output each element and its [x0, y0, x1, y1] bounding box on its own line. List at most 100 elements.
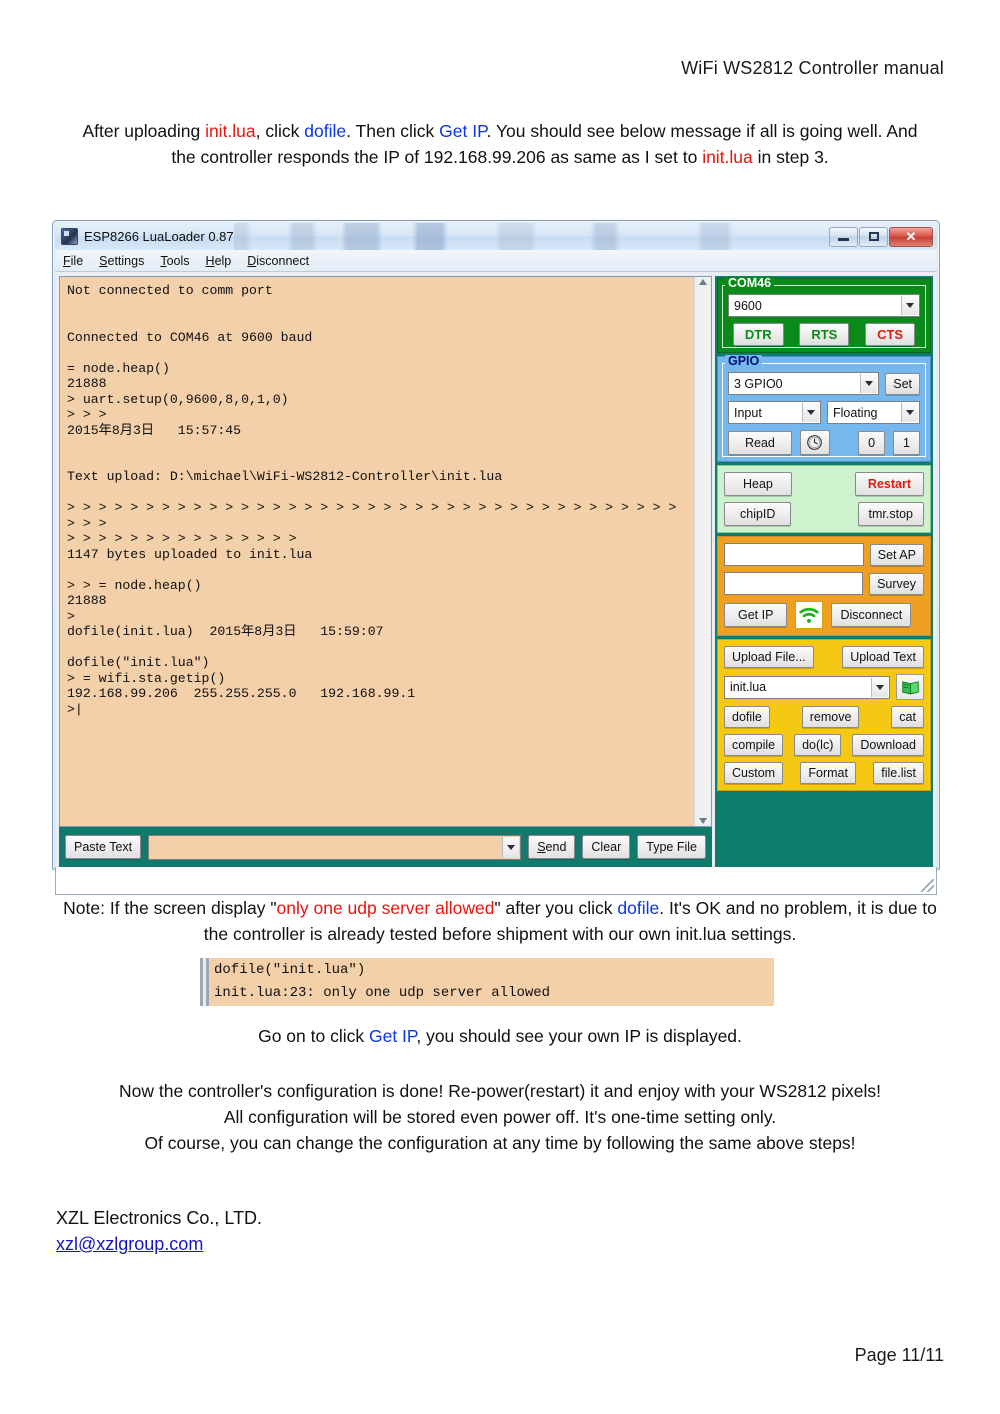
intro-text-5: in step 3.: [752, 147, 829, 167]
rts-button[interactable]: RTS: [799, 323, 850, 346]
window-menubar: File Settings Tools Help Disconnect: [55, 250, 937, 272]
compile-button[interactable]: compile: [724, 734, 784, 756]
filename-combo[interactable]: init.lua: [724, 675, 890, 699]
ssid-input[interactable]: [724, 543, 864, 566]
maximize-icon: [868, 232, 879, 241]
company-email: xzl@xzlgroup.com: [56, 1231, 556, 1257]
close-button[interactable]: ✕: [889, 226, 933, 247]
disconnect-button[interactable]: Disconnect: [831, 603, 912, 627]
gpio-direction-value: Input: [734, 405, 762, 420]
menu-item-help[interactable]: Help: [206, 254, 232, 268]
terminal-vertical-scrollbar[interactable]: [694, 277, 711, 826]
paste-text-button[interactable]: Paste Text: [65, 835, 142, 859]
intro-text-1: After uploading: [82, 121, 206, 141]
menu-item-file[interactable]: File: [63, 254, 83, 268]
clear-button[interactable]: Clear: [582, 835, 631, 859]
clock-icon[interactable]: [799, 430, 830, 455]
application-icon: [61, 228, 78, 245]
resize-grip-icon[interactable]: [921, 879, 934, 892]
dtr-button[interactable]: DTR: [732, 323, 784, 346]
system-row-2: chipID tmr.stop: [724, 502, 924, 526]
remove-button[interactable]: remove: [801, 706, 860, 728]
gpio-pin-combo[interactable]: 3 GPIO0: [728, 372, 880, 395]
goon-text-2: , you should see your own IP is displaye…: [416, 1026, 742, 1046]
command-input-combo[interactable]: [148, 834, 522, 860]
restart-button[interactable]: Restart: [854, 472, 924, 496]
chevron-down-icon[interactable]: [901, 296, 918, 315]
system-commands-group: Heap Restart chipID tmr.stop: [717, 465, 931, 533]
control-panel-column: COM46 9600 DTR RTS CTS GPIO 3 GPIO0 Set …: [715, 276, 933, 867]
file-list-button[interactable]: file.list: [873, 762, 924, 784]
gpio-set-button[interactable]: Set: [885, 372, 920, 395]
survey-button[interactable]: Survey: [869, 572, 924, 595]
cts-indicator[interactable]: CTS: [865, 323, 916, 346]
error-message-snippet: dofile("init.lua") init.lua:23: only one…: [200, 958, 774, 1006]
gpio-pin-value: 3 GPIO0: [734, 376, 783, 391]
menu-item-tools[interactable]: Tools: [160, 254, 189, 268]
chevron-down-icon[interactable]: [860, 374, 878, 393]
dofile-button[interactable]: dofile: [724, 706, 770, 728]
intro-getip-link: Get IP: [439, 121, 487, 141]
menu-item-settings[interactable]: Settings: [99, 254, 144, 268]
window-titlebar: ESP8266 LuaLoader 0.87 ✕: [55, 223, 937, 250]
signal-row: DTR RTS CTS: [724, 323, 924, 346]
gpio-pull-combo[interactable]: Floating: [827, 401, 920, 424]
chevron-down-icon[interactable]: [901, 403, 918, 422]
gpio-action-row: Read 0 1: [724, 430, 924, 455]
company-name: XZL Electronics Co., LTD.: [56, 1208, 263, 1228]
do-lc-button[interactable]: do(lc): [794, 734, 842, 756]
chipid-button[interactable]: chipID: [724, 502, 792, 526]
intro-initlua-2: init.lua: [702, 147, 753, 167]
get-ip-button[interactable]: Get IP: [724, 603, 788, 627]
gpio-high-button[interactable]: 1: [893, 430, 920, 455]
custom-button[interactable]: Custom: [724, 762, 784, 784]
note-paragraph: Note: If the screen display "only one ud…: [55, 895, 945, 947]
set-ap-button[interactable]: Set AP: [869, 543, 924, 566]
closing-line-2: All configuration will be stored even po…: [223, 1107, 777, 1127]
maximize-button[interactable]: [859, 226, 888, 247]
send-toolbar: Paste Text Send Clear Type File: [59, 827, 712, 867]
download-button[interactable]: Download: [852, 734, 924, 756]
upload-text-button[interactable]: Upload Text: [842, 646, 924, 668]
terminal-container: Not connected to comm port Connected to …: [59, 276, 712, 827]
chevron-down-icon[interactable]: [802, 403, 819, 422]
terminal-output[interactable]: Not connected to comm port Connected to …: [60, 277, 694, 826]
note-text-1: Note: If the screen display ": [63, 898, 277, 918]
titlebar-blurred-region: [233, 223, 828, 250]
chevron-down-icon[interactable]: [871, 677, 888, 697]
filename-row: init.lua: [724, 674, 924, 700]
email-link[interactable]: xzl@xzlgroup.com: [56, 1234, 203, 1254]
menu-item-disconnect[interactable]: Disconnect: [247, 254, 309, 268]
tmr-stop-button[interactable]: tmr.stop: [857, 502, 924, 526]
heap-button[interactable]: Heap: [724, 472, 792, 496]
com-group-legend: COM46: [725, 277, 775, 289]
cat-button[interactable]: cat: [891, 706, 924, 728]
chevron-down-icon[interactable]: [502, 836, 520, 858]
gpio-read-button[interactable]: Read: [728, 430, 792, 455]
gpio-low-button[interactable]: 0: [858, 430, 886, 455]
scroll-up-icon[interactable]: [699, 279, 707, 285]
open-book-icon[interactable]: [896, 674, 924, 700]
note-error-text: only one udp server allowed: [276, 898, 495, 918]
password-input[interactable]: [724, 572, 864, 595]
terminal-column: Not connected to comm port Connected to …: [59, 276, 712, 867]
intro-text-3: . Then click: [346, 121, 440, 141]
scroll-down-icon[interactable]: [699, 818, 707, 824]
gpio-direction-combo[interactable]: Input: [728, 401, 821, 424]
intro-paragraph: After uploading init.lua, click dofile. …: [70, 118, 930, 170]
minimize-button[interactable]: [829, 226, 858, 247]
password-row: Survey: [724, 572, 924, 595]
note-text-2: " after you click: [494, 898, 618, 918]
upload-file-button[interactable]: Upload File...: [724, 646, 814, 668]
goon-text-1: Go on to click: [258, 1026, 369, 1046]
upload-row: Upload File... Upload Text: [724, 646, 924, 668]
baud-rate-combo[interactable]: 9600: [728, 294, 920, 317]
format-button[interactable]: Format: [800, 762, 856, 784]
send-button[interactable]: Send: [528, 835, 576, 859]
closing-line-3: Of course, you can change the configurat…: [144, 1133, 856, 1153]
baud-rate-value: 9600: [734, 298, 762, 313]
intro-dofile-link: dofile: [304, 121, 347, 141]
goon-getip-link: Get IP: [368, 1026, 417, 1046]
file-action-row-1: dofile remove cat: [724, 706, 924, 728]
type-file-button[interactable]: Type File: [637, 835, 706, 859]
